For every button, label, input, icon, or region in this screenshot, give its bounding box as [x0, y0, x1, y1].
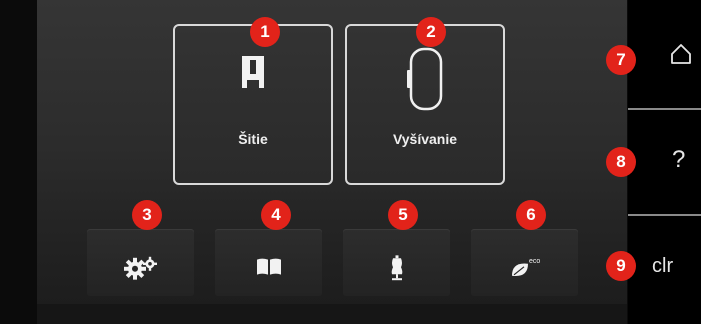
embroidery-mode-button[interactable]: Vyšívanie: [345, 24, 505, 185]
sewing-mode-label: Šitie: [238, 131, 268, 147]
callout-badge: 7: [606, 45, 636, 75]
tutorial-button[interactable]: [215, 229, 322, 296]
embroidery-hoop-icon: [407, 47, 443, 111]
callout-badge: 9: [606, 251, 636, 281]
presser-foot-icon: [242, 56, 264, 88]
settings-button[interactable]: [87, 229, 194, 296]
callout-badge: 1: [250, 17, 280, 47]
home-icon: [671, 44, 691, 64]
gears-icon: [123, 256, 157, 280]
sewing-mode-button[interactable]: Šitie: [173, 24, 333, 185]
clear-label: clr: [652, 255, 674, 277]
callout-badge: 8: [606, 147, 636, 177]
callout-badge: 6: [516, 200, 546, 230]
help-button[interactable]: [628, 110, 701, 214]
book-icon: [256, 258, 281, 275]
sewing-consultant-button[interactable]: [343, 229, 450, 296]
home-screen: Šitie Vyšívanie eco ? clr 1 2 3 4 5 6 7 …: [0, 0, 701, 324]
callout-badge: 4: [261, 200, 291, 230]
callout-badge: 5: [388, 200, 418, 230]
bottom-strip: [37, 304, 627, 324]
eco-leaf-icon: eco: [511, 257, 540, 276]
embroidery-mode-label: Vyšívanie: [392, 131, 458, 147]
callout-badge: 2: [416, 17, 446, 47]
eco-mode-button[interactable]: eco: [471, 229, 578, 296]
dress-form-icon: [391, 254, 402, 280]
callout-badge: 3: [132, 200, 162, 230]
eco-label: eco: [529, 257, 540, 264]
help-icon: ?: [672, 146, 686, 173]
home-button[interactable]: [628, 0, 701, 107]
